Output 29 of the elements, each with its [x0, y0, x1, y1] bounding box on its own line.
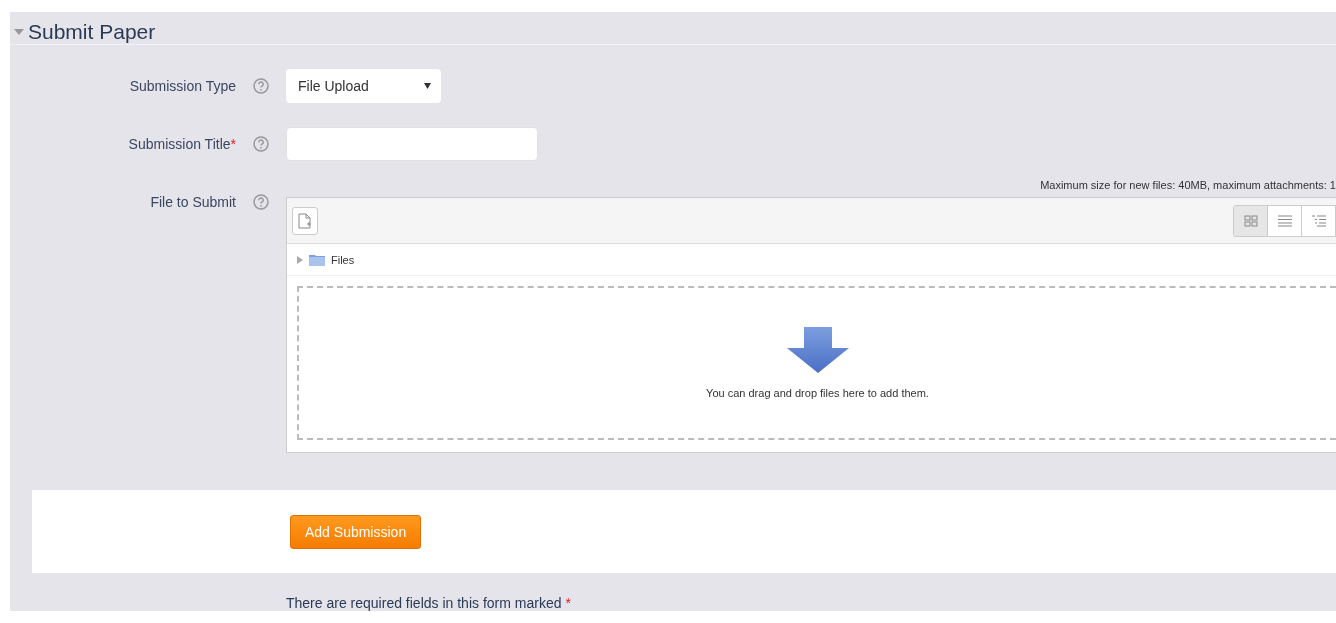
icon-view-button[interactable]	[1234, 205, 1268, 236]
required-mark: *	[565, 595, 571, 611]
tree-list-icon	[1311, 214, 1326, 227]
help-icon[interactable]	[253, 136, 269, 152]
field-label: File to Submit	[150, 194, 236, 210]
required-mark: *	[230, 136, 236, 152]
title-input-field[interactable]	[286, 127, 538, 161]
add-file-icon	[298, 212, 312, 229]
section-title: Submit Paper	[28, 20, 156, 44]
drop-hint: You can drag and drop files here to add them.	[706, 387, 929, 399]
down-arrow-icon	[786, 327, 849, 373]
grid-icon	[1243, 214, 1258, 227]
caret-icon	[424, 83, 431, 89]
folder-name[interactable]: Files	[331, 253, 355, 266]
submission-type-select[interactable]: File Upload	[286, 69, 441, 103]
file-limits-text: Maximum size for new files: 40MB, maximum attachments: 1	[1039, 179, 1336, 193]
folder-icon	[309, 253, 325, 266]
field-label: Submission Type	[129, 78, 236, 94]
add-file-button[interactable]	[292, 206, 318, 235]
expand-arrow-icon[interactable]	[297, 255, 303, 264]
required-note: There are required fields in this form marked	[286, 595, 562, 611]
drop-zone[interactable]: You can drag and drop files here to add them.	[297, 286, 1336, 440]
help-icon[interactable]	[253, 194, 269, 210]
list-view-button[interactable]	[1268, 205, 1302, 236]
help-icon[interactable]	[253, 78, 269, 94]
list-icon	[1277, 214, 1292, 227]
field-label: Submission Title	[128, 136, 231, 152]
tree-view-button[interactable]	[1302, 205, 1336, 236]
collapse-triangle-icon[interactable]	[14, 27, 24, 37]
